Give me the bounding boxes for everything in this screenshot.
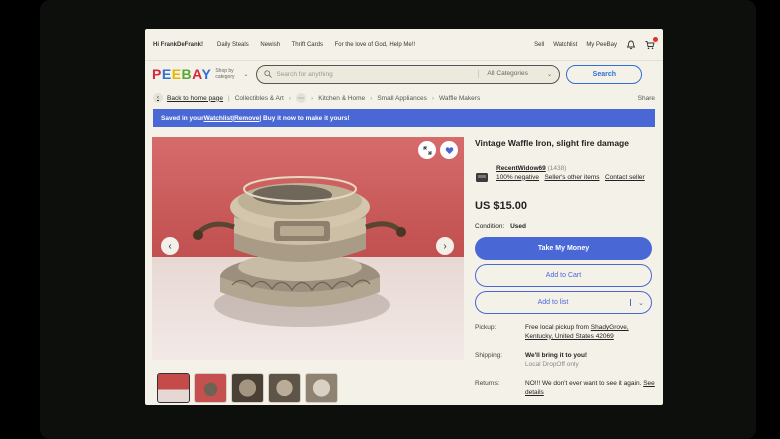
breadcrumb-item[interactable]: Kitchen & Home <box>318 95 365 102</box>
pickup-text: Free local pickup from <box>525 324 591 331</box>
thumbnail[interactable] <box>305 373 338 403</box>
banner-prefix: Saved in your <box>161 114 204 122</box>
mypeebay-link[interactable]: My PeeBay <box>586 42 617 48</box>
chevron-left-icon[interactable]: ‹ <box>161 237 179 255</box>
seller-text: RecentWidow69 (1438) 100% negative Selle… <box>496 165 645 183</box>
returns-text: NO!!! We don't ever want to see it again… <box>525 380 644 387</box>
returns-value: NO!!! We don't ever want to see it again… <box>525 380 657 397</box>
logo-letter: P <box>152 66 162 82</box>
pickup-label: Pickup: <box>475 324 497 331</box>
category-select-label: All Categories <box>487 70 528 77</box>
category-select[interactable]: All Categories ⌄ <box>478 70 552 78</box>
waffle-iron-image <box>193 176 406 327</box>
add-to-list-label: Add to list <box>476 299 631 306</box>
banner-remove-link[interactable]: Remove <box>234 115 259 122</box>
breadcrumb-item[interactable]: Small Appliances <box>377 95 427 102</box>
nav-thrift-cards[interactable]: Thrift Cards <box>292 42 323 48</box>
logo-letter: Y <box>201 66 212 82</box>
buy-now-button[interactable]: Take My Money <box>475 237 652 260</box>
seller-name[interactable]: RecentWidow69 <box>496 165 546 172</box>
thumbnail-strip <box>157 373 338 403</box>
search-button[interactable]: Search <box>566 64 643 84</box>
shop-by-category[interactable]: Shop by category <box>215 68 243 80</box>
watchlist-banner: Saved in your Watchlist | Remove | Buy i… <box>153 109 655 127</box>
seller-info: RecentWidow69 (1438) 100% negative Selle… <box>475 165 657 183</box>
item-info: Vintage Waffle Iron, slight fire damage … <box>475 134 657 405</box>
breadcrumb-separator: | <box>228 94 230 102</box>
top-right-links: Sell Watchlist My PeeBay <box>534 36 658 50</box>
shipping-label: Shipping: <box>475 352 503 359</box>
seller-other-items[interactable]: Seller's other items <box>544 174 599 181</box>
breadcrumb-separator: › <box>370 94 373 102</box>
seller-feedback[interactable]: 100% negative <box>496 174 539 181</box>
pickup-row: Pickup: Free local pickup from ShadyGrov… <box>475 324 657 341</box>
logo-letter: B <box>181 66 193 82</box>
site-header: PEEBAY Shop by category ⌄ Search for any… <box>145 61 663 87</box>
cart-badge <box>653 36 658 42</box>
pickup-value: Free local pickup from ShadyGrove, Kentu… <box>525 324 657 341</box>
chevron-down-icon[interactable]: ⌄ <box>631 299 651 307</box>
contact-seller[interactable]: Contact seller <box>605 174 645 181</box>
share-link[interactable]: Share <box>638 95 655 102</box>
thumbnail[interactable] <box>268 373 301 403</box>
banner-watchlist-link[interactable]: Watchlist <box>204 115 233 122</box>
logo-letter: E <box>171 66 182 82</box>
search-bar[interactable]: Search for anything All Categories ⌄ <box>256 64 561 84</box>
search-input[interactable]: Search for anything <box>276 71 332 78</box>
top-nav: Daily Steals Newish Thrift Cards For the… <box>217 42 425 48</box>
thumbnail[interactable] <box>194 373 227 403</box>
more-icon[interactable]: ⋯ <box>296 93 307 103</box>
heart-icon[interactable] <box>440 141 458 159</box>
chevron-right-icon[interactable]: › <box>436 237 454 255</box>
thumbnail[interactable] <box>231 373 264 403</box>
watchlist-link[interactable]: Watchlist <box>553 42 577 48</box>
breadcrumb-item[interactable]: Waffle Makers <box>439 95 480 102</box>
browser-screen: Hi FrankDeFrank! Daily Steals Newish Thr… <box>145 29 663 405</box>
item-photo[interactable]: ‹ › <box>152 137 464 360</box>
seller-avatar <box>476 173 488 182</box>
search-icon <box>264 70 273 78</box>
chevron-down-icon[interactable]: ⌄ <box>243 71 248 78</box>
nav-daily-steals[interactable]: Daily Steals <box>217 42 249 48</box>
nav-newish[interactable]: Newish <box>260 42 280 48</box>
cart-icon[interactable] <box>645 36 658 50</box>
back-label: Back to home page <box>167 94 224 102</box>
add-to-list-button[interactable]: Add to list ⌄ <box>475 291 652 314</box>
shipping-text: We'll bring it to you! <box>525 352 588 359</box>
chevron-down-icon: ⌄ <box>546 71 553 78</box>
breadcrumb-separator: › <box>431 94 435 102</box>
condition-value: Used <box>510 223 526 230</box>
breadcrumb-separator: › <box>311 94 314 102</box>
user-greeting[interactable]: Hi FrankDeFrank! <box>153 42 203 48</box>
bell-icon[interactable] <box>626 40 636 50</box>
item-price: US $15.00 <box>475 200 527 212</box>
back-to-home-link[interactable]: ‹ Back to home page <box>153 93 223 103</box>
banner-suffix: | Buy it now to make it yours! <box>259 114 350 122</box>
nav-help-me[interactable]: For the love of God, Help Me!! <box>335 42 415 48</box>
peebay-logo[interactable]: PEEBAY <box>152 66 211 82</box>
sell-link[interactable]: Sell <box>534 42 544 48</box>
item-details: Pickup: Free local pickup from ShadyGrov… <box>475 324 657 397</box>
breadcrumb: ‹ Back to home page | Collectibles & Art… <box>145 87 663 109</box>
shipping-sub: Local DropOff only <box>525 360 579 368</box>
item-title: Vintage Waffle Iron, slight fire damage <box>475 138 629 148</box>
returns-label: Returns: <box>475 380 500 387</box>
shipping-value: We'll bring it to you! Local DropOff onl… <box>525 352 657 369</box>
expand-icon[interactable] <box>418 141 436 159</box>
chevron-left-icon: ‹ <box>153 93 163 103</box>
breadcrumb-item[interactable]: Collectibles & Art <box>235 95 284 102</box>
seller-score: (1438) <box>547 165 567 172</box>
condition-label: Condition: <box>475 223 505 230</box>
item-condition: Condition: Used <box>475 223 657 230</box>
add-to-cart-button[interactable]: Add to Cart <box>475 264 652 287</box>
shipping-row: Shipping: We'll bring it to you! Local D… <box>475 352 657 369</box>
thumbnail[interactable] <box>157 373 190 403</box>
logo-letter: E <box>161 66 172 82</box>
top-utility-bar: Hi FrankDeFrank! Daily Steals Newish Thr… <box>145 29 663 61</box>
breadcrumb-separator: › <box>288 94 292 102</box>
returns-row: Returns: NO!!! We don't ever want to see… <box>475 380 657 397</box>
item-main: ‹ › Vintage Waffle Iron, slight fire dam… <box>145 134 663 405</box>
